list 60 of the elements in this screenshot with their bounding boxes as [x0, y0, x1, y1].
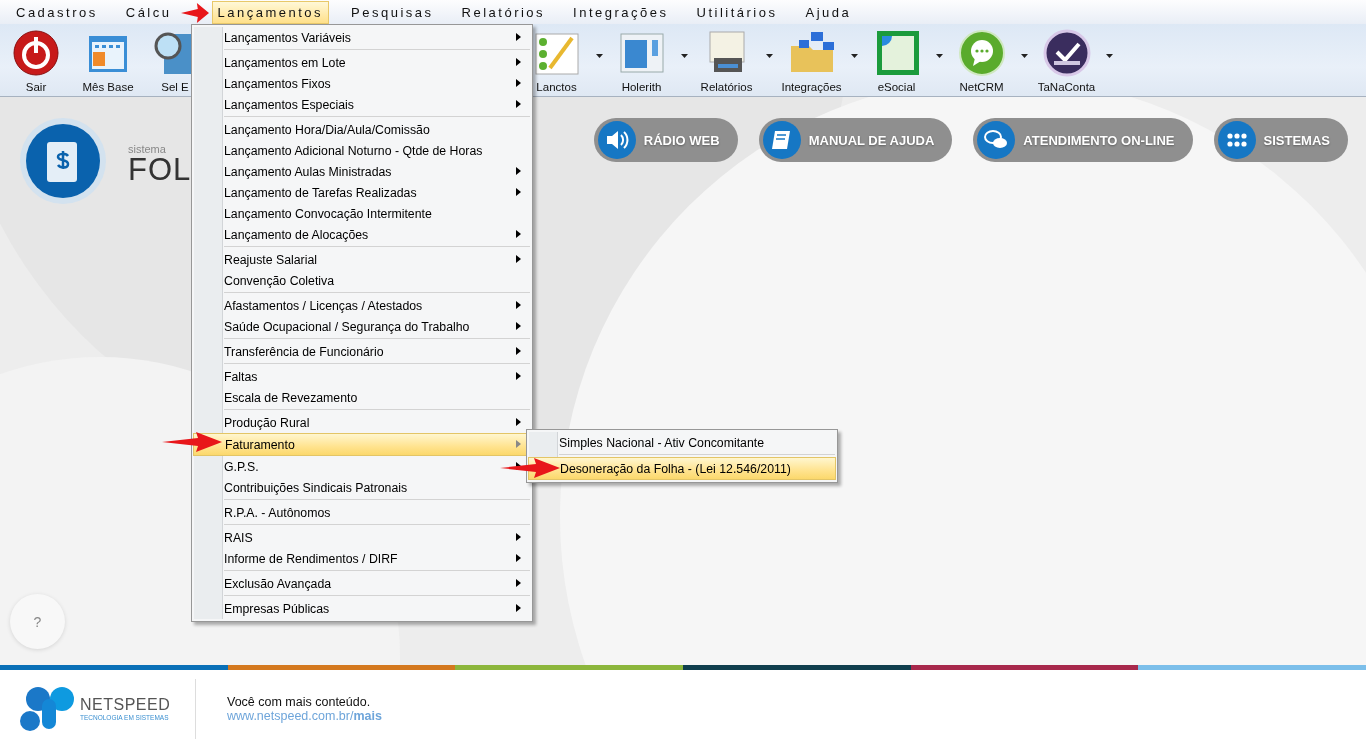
menu-item[interactable]: Transferência de Funcionário — [194, 341, 530, 362]
menu-item[interactable]: Lançamento de Alocações — [194, 224, 530, 245]
menu-bar-item[interactable]: Cálcu — [119, 0, 178, 24]
logo-icon — [18, 684, 76, 733]
arrow-drawing — [181, 2, 209, 24]
toolbar-button[interactable]: Mês Base — [72, 24, 144, 93]
logo-caption: sistema — [128, 143, 167, 155]
menu-item[interactable]: Exclusão Avançada — [194, 573, 530, 594]
toolbar-button[interactable]: Sair — [0, 24, 72, 93]
menu-item[interactable]: Produção Rural — [194, 412, 530, 433]
menu-item[interactable]: Escala de Revezamento — [194, 387, 530, 408]
chat-icon — [977, 121, 1016, 159]
menu-item[interactable]: Faltas — [194, 366, 530, 387]
menu-item[interactable]: Simples Nacional - Ativ Concomitante — [529, 432, 835, 453]
menu-item[interactable]: Afastamentos / Licenças / Atestados — [194, 295, 530, 316]
caret-icon[interactable] — [596, 54, 603, 58]
menu-bar-item[interactable]: Integrações — [567, 0, 675, 24]
menu-item[interactable]: Saúde Ocupacional / Segurança do Trabalho — [194, 316, 530, 337]
menu-bar-item[interactable]: Lançamentos — [211, 0, 330, 24]
menu-item[interactable]: Lançamentos Especiais — [194, 94, 530, 115]
menu-item[interactable]: Informe de Rendimentos / DIRF — [194, 548, 530, 569]
chat-icon — [956, 28, 1007, 78]
caret-icon[interactable] — [936, 54, 943, 58]
toolbar-button[interactable]: NetCRM — [939, 24, 1024, 93]
caret-icon[interactable] — [681, 54, 688, 58]
footer-text: Você com mais conteúdo. — [227, 694, 372, 709]
caret-icon[interactable] — [1106, 54, 1113, 58]
menu-bar-item[interactable]: Relatórios — [455, 0, 552, 24]
checkmark-icon — [1041, 28, 1092, 78]
caret-icon[interactable] — [766, 54, 773, 58]
menu-item[interactable]: Reajuste Salarial — [194, 249, 530, 270]
toolbar-button[interactable]: eSocial — [854, 24, 939, 93]
toolbar-button[interactable]: Holerith — [599, 24, 684, 93]
menu-item[interactable]: Empresas Públicas — [194, 598, 530, 619]
toolbar-button[interactable]: Relatórios — [684, 24, 769, 93]
toolbar-button[interactable]: TaNaConta — [1024, 24, 1109, 93]
menu-bar-item[interactable]: Cadastros — [10, 0, 104, 24]
toolbar-button[interactable]: Integrações — [769, 24, 854, 93]
menu-bar-item[interactable]: Pesquisas — [345, 0, 440, 24]
menu-bar-item[interactable]: Ajuda — [799, 0, 858, 24]
caret-icon[interactable] — [1021, 54, 1028, 58]
menu-item[interactable]: Lançamento Adicional Noturno - Qtde de Horas — [194, 140, 530, 161]
speaker-icon — [597, 121, 636, 159]
menu-item[interactable]: Lançamento Convocação Intermitente — [194, 203, 530, 224]
menu-item[interactable]: Convenção Coletiva — [194, 270, 530, 291]
menu-bar-item[interactable]: Utilitários — [690, 0, 784, 24]
menu-item[interactable]: Lançamento Aulas Ministradas — [194, 161, 530, 182]
logo-title: FOL — [128, 155, 192, 185]
menu-item[interactable]: Desoneração da Folha - (Lei 12.546/2011) — [528, 457, 836, 480]
power-icon — [11, 28, 61, 78]
menu-item[interactable]: RAIS — [194, 527, 530, 548]
logo-icon — [20, 118, 106, 204]
book-icon — [762, 121, 801, 159]
menu-item[interactable]: Contribuições Sindicais Patronais — [194, 477, 530, 498]
menu-item[interactable]: Lançamento de Tarefas Realizadas — [194, 182, 530, 203]
caret-icon[interactable] — [851, 54, 858, 58]
menu-item[interactable]: Lançamento Hora/Dia/Aula/Comissão — [194, 119, 530, 140]
apps-icon — [1217, 121, 1256, 159]
brand-name: NETSPEED — [80, 696, 171, 714]
menu-item[interactable]: R.P.A. - Autônomos — [194, 502, 530, 523]
